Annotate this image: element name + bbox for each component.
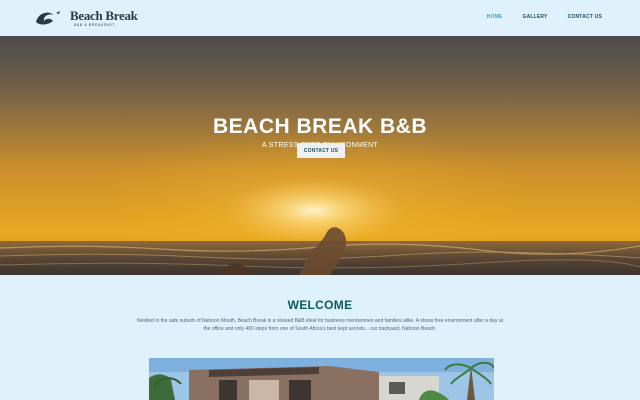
welcome-heading: WELCOME: [287, 298, 353, 312]
logo-subtitle: B&B & BREAKFAST: [74, 23, 115, 27]
site-header: Beach Break B&B & BREAKFAST HOME GALLERY…: [0, 0, 640, 36]
nav-gallery[interactable]: GALLERY: [522, 14, 547, 20]
welcome-paragraph: Nestled in the safe suburb of Nahoon Mou…: [136, 318, 504, 332]
main-nav: HOME GALLERY CONTACT US: [487, 14, 602, 20]
guesthouse-photo: [149, 358, 494, 400]
nav-home[interactable]: HOME: [487, 14, 503, 20]
hero-title: BEACH BREAK B&B: [212, 115, 427, 138]
logo-title: Beach Break: [70, 8, 138, 23]
wave-logo-icon: [36, 11, 60, 25]
site-logo[interactable]: Beach Break B&B & BREAKFAST: [34, 7, 138, 29]
contact-us-button[interactable]: CONTACT US: [297, 143, 345, 158]
nav-contact[interactable]: CONTACT US: [568, 14, 602, 20]
